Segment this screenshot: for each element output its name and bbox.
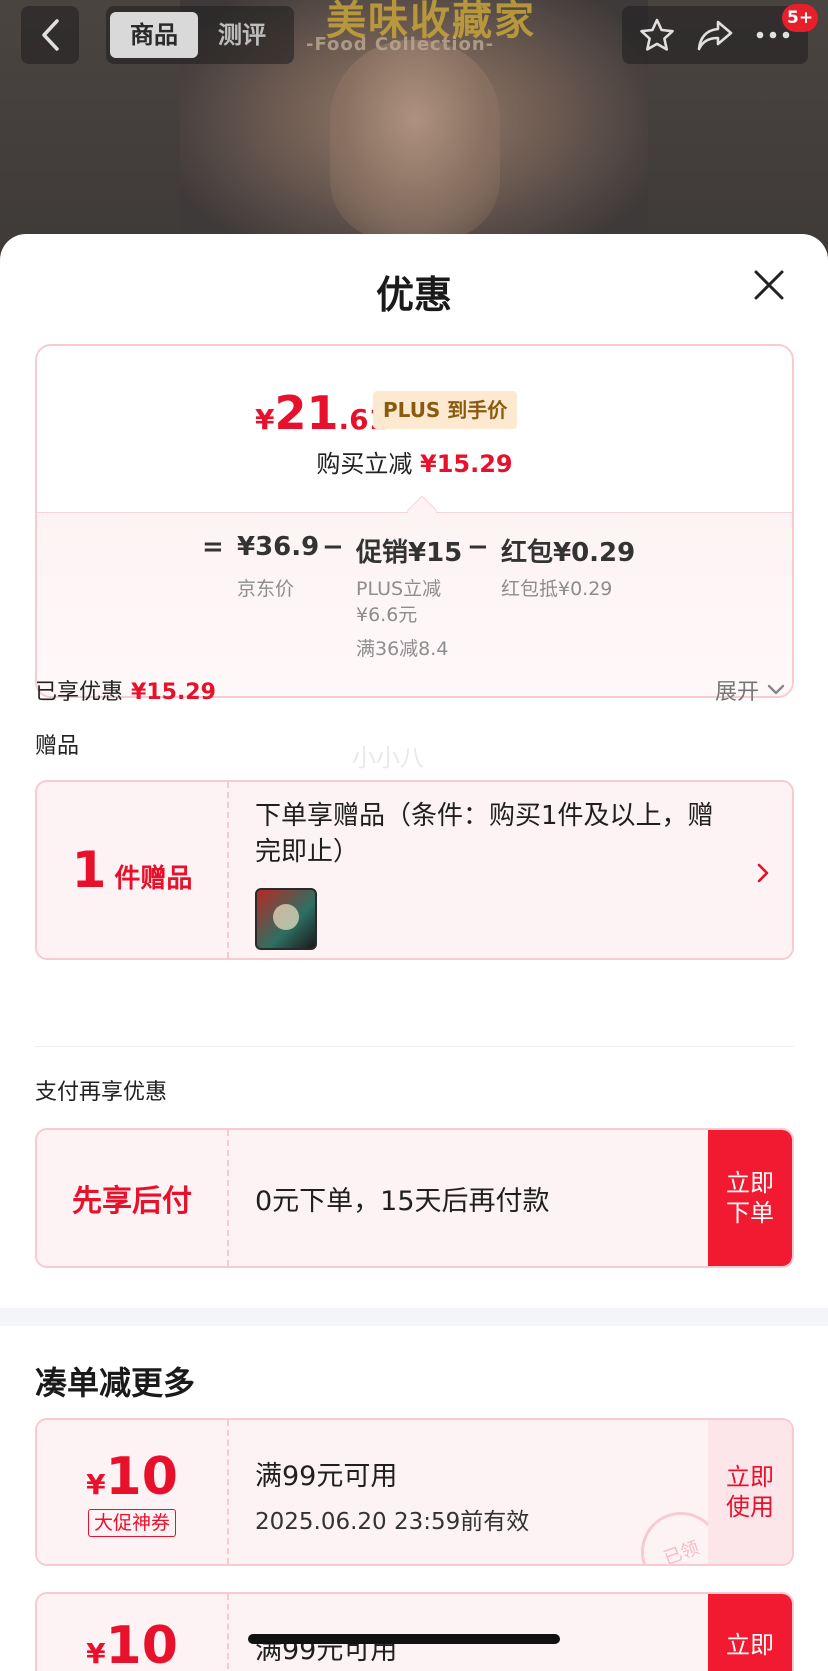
reduction-label: 购买立减 (316, 450, 413, 478)
formula-minus-1: − (322, 532, 344, 562)
chevron-down-icon (767, 684, 785, 695)
more-deals-title: 凑单减更多 (35, 1364, 196, 1402)
enjoyed-label: 已享优惠 (35, 680, 124, 705)
section-band (0, 1308, 828, 1326)
message-count-badge: 5+ (782, 4, 819, 32)
enjoyed-value: ¥15.29 (131, 680, 216, 705)
coupon-value: 10 (105, 1447, 178, 1507)
sheet-title: 优惠 (375, 273, 452, 317)
full-reduce-note: 满36减8.4 (356, 638, 449, 660)
expand-label: 展开 (715, 680, 760, 705)
order-now-button[interactable]: 立即下单 (708, 1130, 792, 1266)
final-price-area: ¥21.61 PLUS 到手价 购买立减 ¥15.29 (37, 346, 792, 512)
coupon-amount: ¥10 (86, 1447, 178, 1507)
coupon-value: 10 (105, 1616, 178, 1671)
coupon-condition: 满99元可用 (255, 1461, 398, 1492)
gift-count-area: 1 件赠品 (37, 782, 229, 958)
gift-thumbnail[interactable] (255, 888, 317, 950)
home-indicator (248, 1634, 560, 1644)
top-actions (622, 6, 808, 64)
price-currency: ¥ (255, 403, 275, 436)
gift-count: 1 件赠品 (72, 841, 193, 899)
order-now-label: 立即下单 (726, 1169, 774, 1227)
share-icon[interactable] (690, 10, 740, 60)
formula-base-price: ¥36.9 (237, 532, 320, 562)
pay-later-name-area: 先享后付 (37, 1130, 229, 1266)
discount-sheet: 优惠 ¥21.61 PLUS 到手价 购买立减 ¥15.29 = ¥36.9 −… (0, 234, 828, 1671)
coupon-amount: ¥10 (86, 1616, 178, 1671)
formula-redpack: 红包¥0.29 (501, 538, 636, 568)
close-button[interactable] (752, 268, 786, 302)
final-price: ¥21.61 (255, 386, 388, 440)
coupon-type-tag: 大促神券 (87, 1509, 176, 1537)
price-integer: 21 (274, 386, 339, 440)
favorite-star-icon[interactable] (632, 10, 682, 60)
redpack-note: 红包抵¥0.29 (501, 578, 613, 600)
gift-section-label: 赠品 (35, 734, 80, 759)
close-icon (754, 270, 784, 300)
tab-product[interactable]: 商品 (110, 12, 198, 58)
back-button[interactable] (21, 6, 79, 64)
gift-count-number: 1 (71, 841, 107, 899)
gift-description: 下单享赠品（条件：购买1件及以上，赠完即止） (255, 801, 714, 867)
formula-equals: = (202, 532, 224, 562)
coupon-currency: ¥ (86, 1468, 106, 1501)
pay-later-card: 先享后付 0元下单，15天后再付款 立即下单 (35, 1128, 794, 1268)
instant-reduction: 购买立减 ¥15.29 (37, 444, 792, 479)
section-divider (35, 1046, 794, 1047)
coupon-validity: 2025.06.20 23:59前有效 (255, 1509, 530, 1535)
top-tab-switcher: 商品 测评 (106, 6, 294, 64)
watermark: 小小八 (352, 744, 424, 772)
chevron-right-icon (757, 863, 769, 883)
pay-section-label: 支付再享优惠 (35, 1080, 168, 1105)
gift-card[interactable]: 1 件赠品 下单享赠品（条件：购买1件及以上，赠完即止） (35, 780, 794, 960)
use-now-button[interactable]: 立即 (708, 1594, 792, 1671)
plus-price-tag: PLUS 到手价 (373, 391, 518, 429)
tab-review[interactable]: 测评 (198, 12, 286, 58)
plus-reduce-note: PLUS立减 ¥6.6元 (356, 578, 442, 626)
formula-minus-2: − (467, 532, 489, 562)
use-now-button[interactable]: 立即使用 (708, 1420, 792, 1564)
product-photo-subject (330, 40, 500, 240)
coupon-currency: ¥ (86, 1637, 106, 1670)
pay-later-description: 0元下单，15天后再付款 (255, 1185, 550, 1217)
use-now-label: 立即 (726, 1631, 774, 1659)
reduction-value: ¥15.29 (420, 450, 513, 478)
coupon-amount-area: ¥10 大促神券 (37, 1420, 229, 1564)
coupon-card-1: ¥10 大促神券 满99元可用 2025.06.20 23:59前有效 已领 立… (35, 1418, 794, 1566)
pay-later-name: 先享后付 (72, 1184, 192, 1219)
banner-subtitle: -Food Collection- (306, 34, 495, 55)
expand-toggle[interactable]: 展开 (715, 674, 785, 706)
base-price-note: 京东价 (237, 578, 295, 600)
chevron-left-icon (42, 19, 59, 51)
coupon-card-2: ¥10 满99元可用 立即 (35, 1592, 794, 1671)
enjoyed-discount: 已享优惠 ¥15.29 (35, 674, 216, 706)
price-breakdown-card: ¥21.61 PLUS 到手价 购买立减 ¥15.29 = ¥36.9 − 促销… (35, 344, 794, 698)
gift-count-unit: 件赠品 (114, 864, 193, 894)
coupon-amount-area: ¥10 (37, 1594, 229, 1671)
use-now-label: 立即使用 (726, 1463, 774, 1521)
formula-promo: 促销¥15 (356, 538, 463, 568)
